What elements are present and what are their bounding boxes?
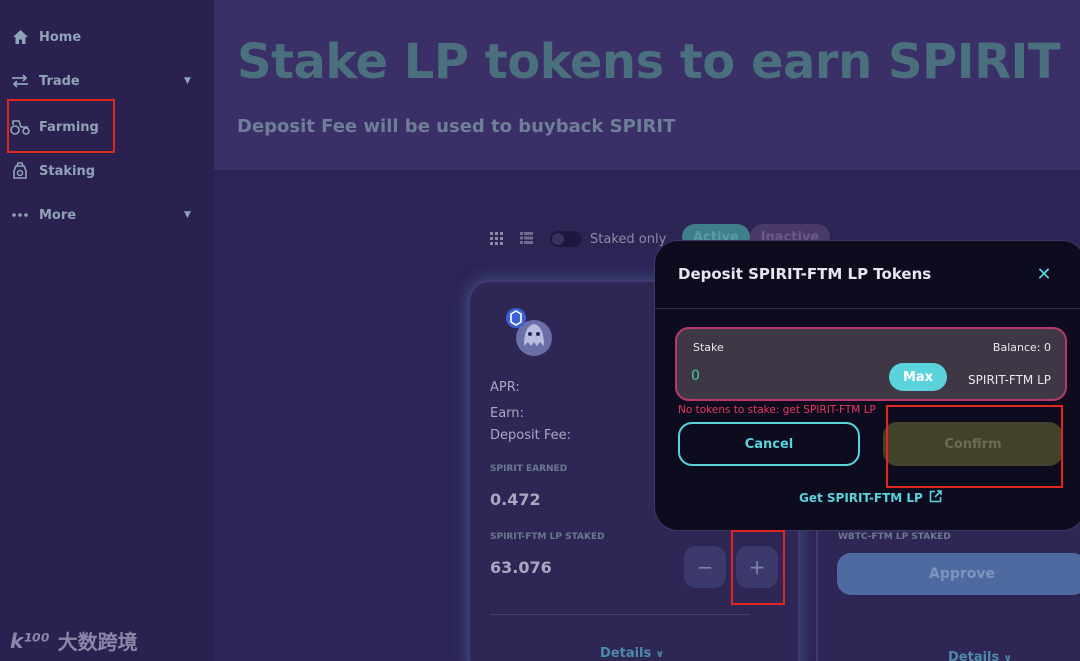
watermark: k¹⁰⁰ 大数跨境 <box>10 626 138 655</box>
chevron-down-icon: ∨ <box>1003 653 1012 661</box>
chevron-down-icon: ▼ <box>184 76 191 86</box>
watermark-text: 大数跨境 <box>57 630 138 654</box>
get-lp-label: Get SPIRIT-FTM LP <box>799 491 923 505</box>
chevron-down-icon: ∨ <box>655 649 664 660</box>
spirit-earned-label: SPIRIT EARNED <box>490 464 568 474</box>
stake-input-panel: Stake Balance: 0 Max SPIRIT-FTM LP <box>675 327 1067 401</box>
stake-amount-input[interactable] <box>691 365 871 387</box>
modal-divider <box>655 308 1080 309</box>
annotation-box-plus <box>731 530 785 605</box>
wbtc-lp-staked-label: WBTC-FTM LP STAKED <box>838 532 951 542</box>
deposit-fee-label: Deposit Fee: <box>490 428 571 443</box>
sidebar-item-label: Staking <box>39 163 96 179</box>
sidebar-item-more[interactable]: More ▼ <box>10 201 204 229</box>
details-label: Details <box>600 646 652 661</box>
sidebar-item-staking[interactable]: Staking <box>10 157 95 185</box>
page-subtitle: Deposit Fee will be used to buyback SPIR… <box>237 116 676 137</box>
annotation-box-confirm <box>886 405 1063 488</box>
staked-only-label: Staked only <box>590 231 667 247</box>
sidebar-item-label: Home <box>39 29 82 45</box>
watermark-logo: k¹⁰⁰ <box>10 628 50 653</box>
cancel-button[interactable]: Cancel <box>678 422 860 466</box>
details-toggle[interactable]: Details ∨ <box>600 646 664 661</box>
max-button[interactable]: Max <box>889 363 947 391</box>
staking-icon <box>10 161 30 181</box>
sidebar-item-label: Trade <box>39 73 80 89</box>
more-icon <box>10 205 30 225</box>
chevron-down-icon: ▼ <box>184 210 191 220</box>
earn-label: Earn: <box>490 406 524 421</box>
apr-label: APR: <box>490 380 520 395</box>
get-lp-link[interactable]: Get SPIRIT-FTM LP <box>799 490 942 506</box>
details-label: Details <box>948 650 1000 661</box>
page-title: Stake LP tokens to earn SPIRIT <box>237 34 1061 90</box>
grid-view-icon[interactable] <box>490 232 504 246</box>
lp-staked-label: SPIRIT-FTM LP STAKED <box>490 532 605 542</box>
sidebar-item-trade[interactable]: Trade ▼ <box>10 67 204 95</box>
stake-label: Stake <box>693 341 724 354</box>
card-divider <box>490 614 750 615</box>
sidebar-item-home[interactable]: Home <box>10 23 81 51</box>
sidebar-item-label: More <box>39 207 77 223</box>
approve-button[interactable]: Approve <box>837 553 1080 595</box>
close-icon[interactable]: ✕ <box>1033 263 1055 285</box>
farm-toolbar: Staked only <box>490 226 666 252</box>
no-tokens-error: No tokens to stake: get SPIRIT-FTM LP <box>678 404 876 416</box>
farm-token-logo <box>504 308 552 356</box>
details-toggle[interactable]: Details ∨ <box>948 650 1012 661</box>
staked-only-toggle[interactable] <box>550 231 582 247</box>
lp-token-name: SPIRIT-FTM LP <box>968 373 1051 387</box>
modal-title: Deposit SPIRIT-FTM LP Tokens <box>678 265 932 283</box>
list-view-icon[interactable] <box>520 232 534 246</box>
home-icon <box>10 27 30 47</box>
unstake-button[interactable]: − <box>684 546 726 588</box>
balance-label: Balance: 0 <box>992 341 1051 354</box>
lp-staked-value: 63.076 <box>490 558 552 577</box>
trade-icon <box>10 71 30 91</box>
annotation-box-farming <box>7 99 115 153</box>
spirit-earned-value: 0.472 <box>490 490 541 509</box>
external-link-icon <box>923 490 942 506</box>
